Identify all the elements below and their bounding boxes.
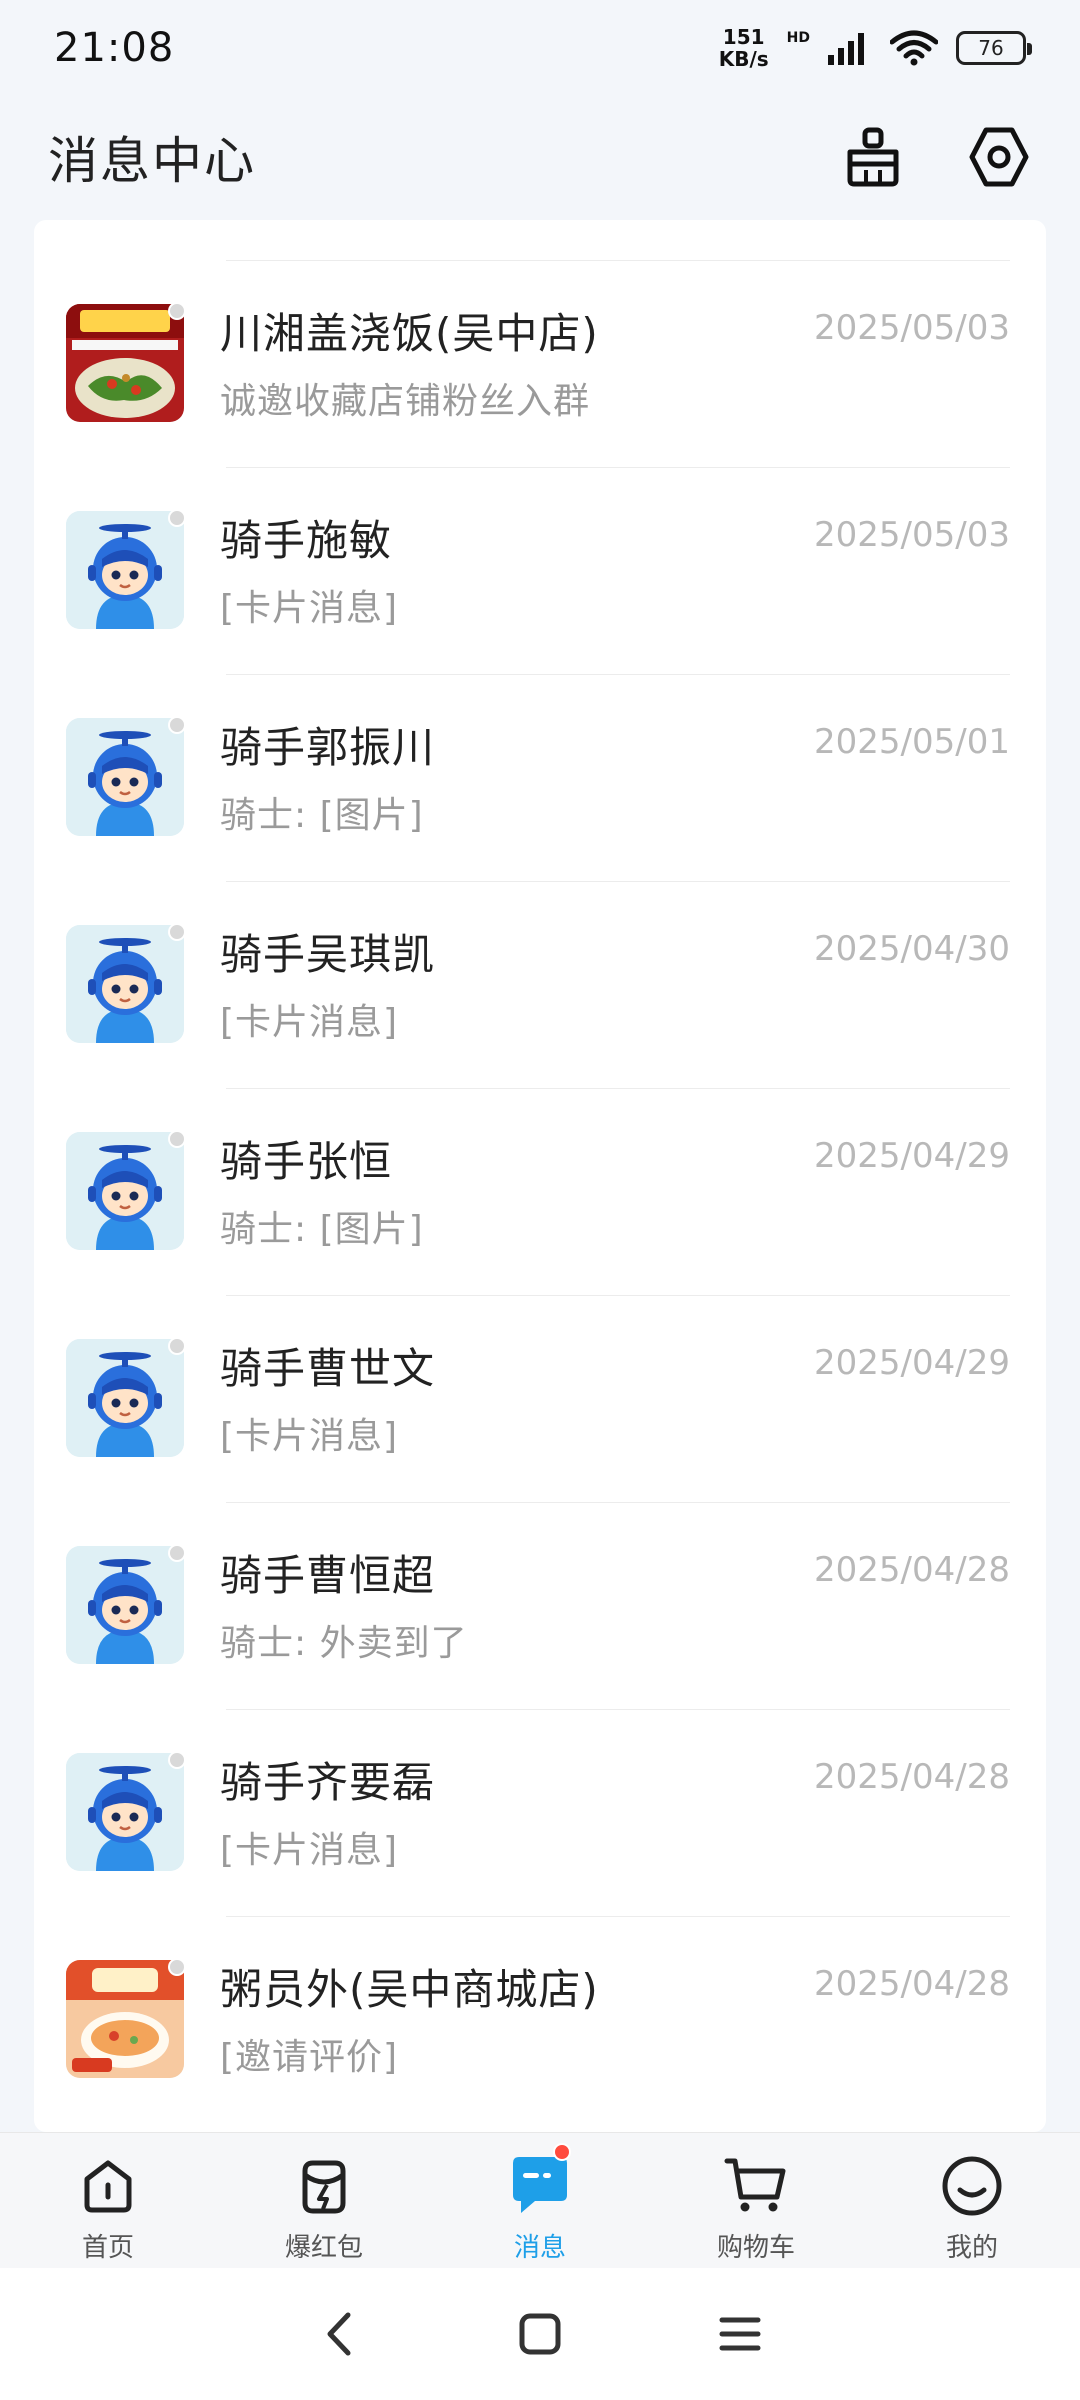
profile-icon <box>937 2151 1007 2221</box>
cart-icon <box>721 2151 791 2221</box>
list-item[interactable]: 骑手曹恒超 2025/04/28 骑士: 外卖到了 <box>34 1502 1046 1709</box>
gear-icon <box>969 127 1029 187</box>
network-speed: 151 KB/s <box>719 26 769 70</box>
home-icon <box>73 2151 143 2221</box>
settings-button[interactable] <box>966 124 1032 190</box>
avatar <box>66 925 184 1043</box>
status-dot <box>168 1544 186 1562</box>
conversation-name: 骑手张恒 <box>220 1137 393 1186</box>
conversation-name: 骑手郭振川 <box>220 723 436 772</box>
tab-messages-label: 消息 <box>513 2233 566 2263</box>
battery-level: 76 <box>978 36 1004 60</box>
conversation-name: 骑手施敏 <box>220 516 393 565</box>
tab-cart-label: 购物车 <box>716 2233 795 2263</box>
conversation-date: 2025/05/03 <box>814 308 1010 348</box>
square-icon <box>519 2313 561 2355</box>
unread-badge <box>553 2143 571 2161</box>
conversation-date: 2025/04/29 <box>814 1136 1010 1176</box>
message-icon <box>505 2151 575 2221</box>
home-button[interactable] <box>510 2304 570 2364</box>
status-dot <box>168 716 186 734</box>
avatar <box>66 1132 184 1250</box>
avatar <box>66 1339 184 1457</box>
status-dot <box>168 509 186 527</box>
conversation-preview: [卡片消息] <box>220 1830 399 1871</box>
red-packet-icon <box>289 2151 359 2221</box>
battery-indicator: 76 <box>956 31 1032 65</box>
conversation-preview: [卡片消息] <box>220 588 399 629</box>
avatar <box>66 511 184 629</box>
conversation-date: 2025/05/01 <box>814 722 1010 762</box>
tab-cart[interactable]: 购物车 <box>648 2133 864 2268</box>
list-item[interactable]: 骑手吴琪凯 2025/04/30 [卡片消息] <box>34 881 1046 1088</box>
conversation-name: 川湘盖浇饭(吴中店) <box>220 309 599 358</box>
avatar <box>66 1960 184 2078</box>
list-item[interactable]: 骑手施敏 2025/05/03 [卡片消息] <box>34 467 1046 674</box>
status-time: 21:08 <box>54 25 175 71</box>
status-dot <box>168 923 186 941</box>
list-item[interactable]: 骑手张恒 2025/04/29 骑士: [图片] <box>34 1088 1046 1295</box>
bottom-nav: 首页 爆红包 消息 购物车 我的 <box>0 2132 1080 2268</box>
back-button[interactable] <box>310 2304 370 2364</box>
conversation-name: 骑手曹世文 <box>220 1344 436 1393</box>
status-dot <box>168 1337 186 1355</box>
list-item[interactable]: 粥员外(吴中商城店) 2025/04/28 [邀请评价] <box>34 1916 1046 2123</box>
conversation-date: 2025/04/30 <box>814 929 1010 969</box>
status-dot <box>168 302 186 320</box>
tab-messages[interactable]: 消息 <box>432 2133 648 2268</box>
status-dot <box>168 1958 186 1976</box>
status-dot <box>168 1751 186 1769</box>
conversation-date: 2025/04/28 <box>814 1757 1010 1797</box>
system-nav-bar <box>0 2268 1080 2400</box>
conversation-preview: [卡片消息] <box>220 1002 399 1043</box>
conversation-name: 骑手齐要磊 <box>220 1758 436 1807</box>
status-icons: 151 KB/s HD 76 <box>719 26 1032 70</box>
conversation-name: 骑手曹恒超 <box>220 1551 436 1600</box>
message-list: 川湘盖浇饭(吴中店) 2025/05/03 诚邀收藏店铺粉丝入群 骑手施敏 20… <box>34 220 1046 2132</box>
conversation-preview: [邀请评价] <box>220 2037 399 2078</box>
conversation-preview: 骑士: [图片] <box>220 795 424 836</box>
conversation-date: 2025/04/28 <box>814 1964 1010 2004</box>
conversation-date: 2025/04/28 <box>814 1550 1010 1590</box>
signal-icon <box>828 33 864 65</box>
conversation-name: 粥员外(吴中商城店) <box>220 1965 599 2014</box>
tab-profile-label: 我的 <box>945 2233 998 2263</box>
back-icon <box>327 2312 351 2356</box>
wifi-icon <box>890 30 938 66</box>
screen: 21:08 151 KB/s HD 76 消息中心 川湘盖浇饭(吴中店) 202… <box>0 0 1080 2400</box>
tab-red-packet-label: 爆红包 <box>284 2233 363 2263</box>
avatar <box>66 718 184 836</box>
list-item[interactable]: 川湘盖浇饭(吴中店) 2025/05/03 诚邀收藏店铺粉丝入群 <box>34 260 1046 467</box>
conversation-preview: 骑士: 外卖到了 <box>220 1623 468 1664</box>
hd-indicator: HD <box>786 30 810 46</box>
tab-home-label: 首页 <box>81 2233 134 2263</box>
conversation-preview: [卡片消息] <box>220 1416 399 1457</box>
list-item[interactable]: 骑手曹世文 2025/04/29 [卡片消息] <box>34 1295 1046 1502</box>
network-speed-unit: KB/s <box>718 47 769 71</box>
conversation-date: 2025/05/03 <box>814 515 1010 555</box>
header-actions <box>840 124 1032 190</box>
avatar <box>66 1546 184 1664</box>
tab-red-packet[interactable]: 爆红包 <box>216 2133 432 2268</box>
tab-profile[interactable]: 我的 <box>864 2133 1080 2268</box>
conversation-date: 2025/04/29 <box>814 1343 1010 1383</box>
recents-button[interactable] <box>710 2304 770 2364</box>
page-title: 消息中心 <box>48 132 256 190</box>
status-bar: 21:08 151 KB/s HD 76 <box>0 0 1080 96</box>
broom-icon <box>847 127 899 187</box>
list-item[interactable]: 骑手郭振川 2025/05/01 骑士: [图片] <box>34 674 1046 881</box>
clean-button[interactable] <box>840 124 906 190</box>
header: 消息中心 <box>0 96 1080 218</box>
tab-home[interactable]: 首页 <box>0 2133 216 2268</box>
avatar <box>66 1753 184 1871</box>
status-dot <box>168 1130 186 1148</box>
conversation-preview: 诚邀收藏店铺粉丝入群 <box>220 381 591 422</box>
conversation-name: 骑手吴琪凯 <box>220 930 436 979</box>
network-speed-value: 151 <box>722 25 765 49</box>
conversation-preview: 骑士: [图片] <box>220 1209 424 1250</box>
avatar <box>66 304 184 422</box>
menu-icon <box>719 2317 761 2351</box>
list-item[interactable]: 骑手齐要磊 2025/04/28 [卡片消息] <box>34 1709 1046 1916</box>
